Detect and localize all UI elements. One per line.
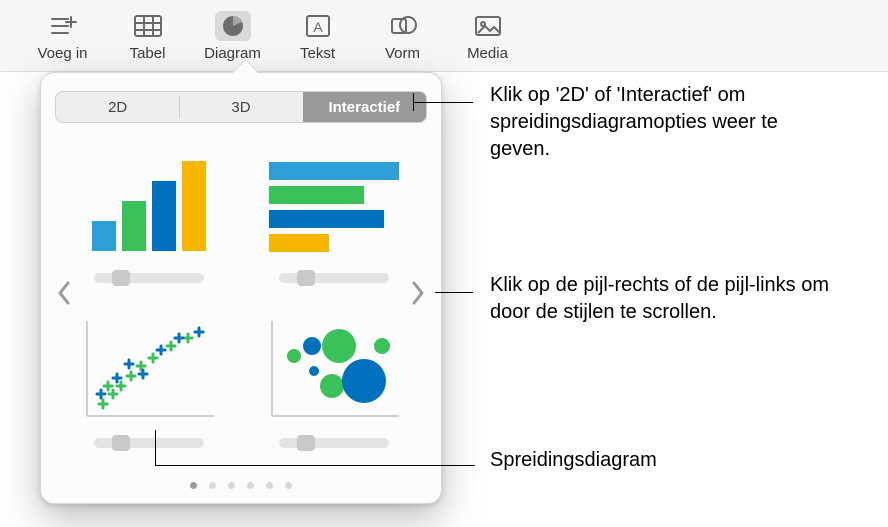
callout-leader [435,292,473,293]
bubble-icon [264,316,404,426]
toolbar-item-label: Media [467,45,508,62]
toolbar-item-chart[interactable]: Diagram [190,11,275,62]
page-dot[interactable] [190,482,197,489]
segment-2d[interactable]: 2D [56,92,179,122]
callout-leader [155,430,156,465]
chart-style-scatter[interactable] [74,316,224,448]
page-dot[interactable] [228,482,235,489]
toolbar-item-media[interactable]: Media [445,11,530,62]
chart-style-grid [71,138,411,448]
chart-style-bubble[interactable] [259,316,409,448]
callout-tabs: Klik op '2D' of 'Interactief' om spreidi… [490,82,840,163]
toolbar-item-label: Diagram [204,45,261,62]
page-dot[interactable] [285,482,292,489]
toolbar-item-label: Vorm [385,45,420,62]
style-slider[interactable] [94,438,204,448]
page-dot[interactable] [266,482,273,489]
toolbar-item-label: Tabel [130,45,166,62]
text-icon: A [300,11,336,41]
callout-leader [413,102,473,103]
toolbar-item-text[interactable]: A Tekst [275,11,360,62]
chart-style-horizontal-bar[interactable] [259,151,409,283]
vertical-bar-icon [79,151,219,261]
style-slider[interactable] [279,273,389,283]
insert-icon [45,11,81,41]
page-dot[interactable] [247,482,254,489]
page-dot[interactable] [209,482,216,489]
style-slider[interactable] [279,438,389,448]
callout-arrows: Klik op de pijl-rechts of de pijl-links … [490,272,840,326]
chart-popover: 2D 3D Interactief [40,72,442,504]
toolbar-item-table[interactable]: Tabel [105,11,190,62]
scatter-icon [79,316,219,426]
segment-interactive[interactable]: Interactief [303,92,426,122]
toolbar-item-insert[interactable]: Voeg in [20,11,105,62]
chart-type-segmented: 2D 3D Interactief [55,91,427,123]
chart-icon [215,11,251,41]
svg-text:A: A [313,19,323,35]
toolbar-item-shape[interactable]: Vorm [360,11,445,62]
toolbar-item-label: Tekst [300,45,335,62]
horizontal-bar-icon [264,151,404,261]
segment-3d[interactable]: 3D [179,92,302,122]
callout-scatter: Spreidingsdiagram [490,447,657,474]
shape-icon [385,11,421,41]
table-icon [130,11,166,41]
media-icon [470,11,506,41]
page-dots [41,482,441,489]
style-slider[interactable] [94,273,204,283]
chart-style-vertical-bar[interactable] [74,151,224,283]
toolbar: Voeg in Tabel Diagram [0,0,888,72]
toolbar-item-label: Voeg in [37,45,87,62]
callout-leader [413,93,414,111]
callout-leader [155,465,475,466]
